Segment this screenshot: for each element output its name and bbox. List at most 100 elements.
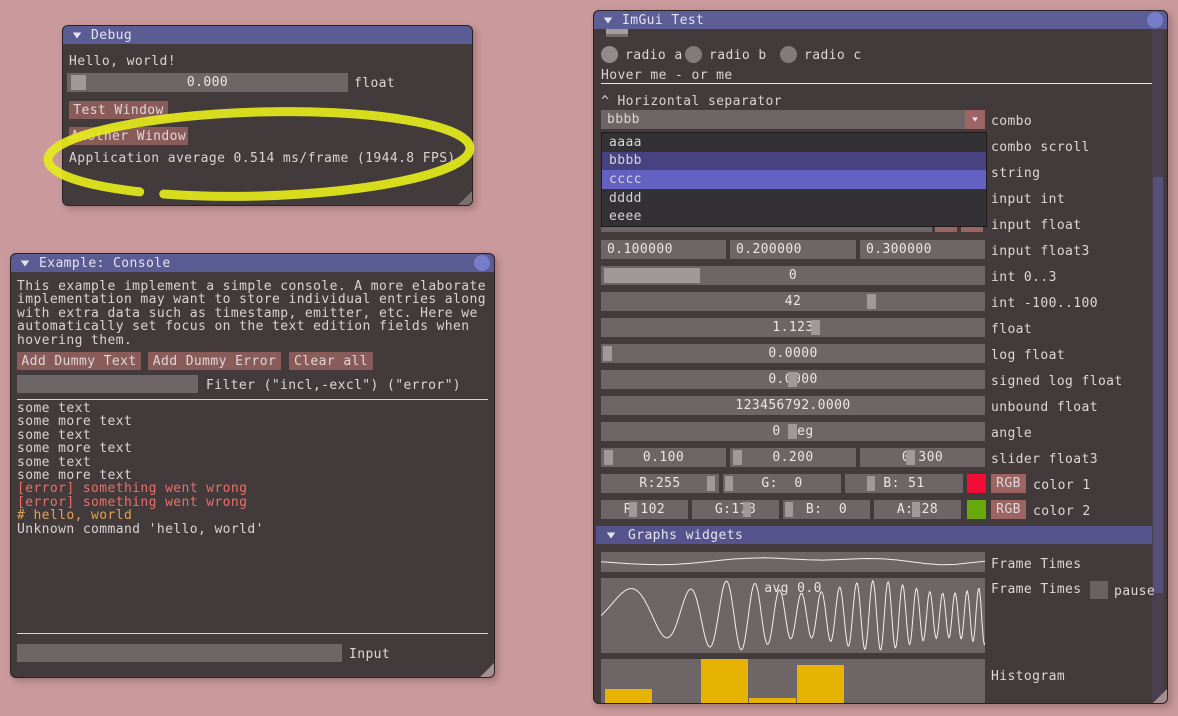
color1-swatch[interactable] [967,474,986,493]
test-titlebar[interactable]: ImGui Test [594,11,1167,29]
slider-int-0-3[interactable]: 0 [601,266,985,285]
resize-grip[interactable] [458,191,472,205]
pause-checkbox[interactable] [1090,581,1108,599]
combo-item-eeee[interactable]: eeee [602,207,986,226]
combo-popup[interactable]: aaaa bbbb cccc dddd eeee [601,132,987,227]
combo-box[interactable]: bbbb [601,110,985,129]
row-label-color2: color 2 [1033,504,1091,519]
filter-label: Filter ("incl,-excl") ("error") [206,378,461,393]
console-window[interactable]: Example: Console This example implement … [10,253,495,678]
slider-float[interactable]: 1.123 [601,318,985,337]
clipped-widget [606,34,628,37]
combo-item-aaaa[interactable]: aaaa [602,133,986,152]
slider-grab[interactable] [867,294,876,309]
float-slider[interactable]: 0.000 [67,73,348,92]
drag-unbound-float[interactable]: 123456792.0000 [601,396,985,415]
slider-grab[interactable] [603,346,612,361]
window-title: Example: Console [39,256,171,271]
slider-grab[interactable] [906,450,915,465]
filter-input[interactable] [17,375,198,393]
window-title: ImGui Test [622,13,704,28]
input-float3-y[interactable]: 0.200000 [730,240,856,259]
radio-b-button[interactable] [685,46,702,63]
slider-grab[interactable] [71,75,86,90]
add-dummy-error-button[interactable]: Add Dummy Error [148,352,281,370]
close-icon[interactable] [1147,12,1163,28]
slider-float3-x[interactable]: 0.100 [601,448,726,467]
close-icon[interactable] [474,255,490,271]
slider-signed-log-float[interactable]: 0.0000 [601,370,985,389]
slider-grab[interactable] [629,502,637,517]
slider-grab[interactable] [733,450,742,465]
pause-label: pause [1114,584,1155,599]
hover-me-text[interactable]: Hover me - or me [601,68,733,83]
slider-grab[interactable] [604,268,700,283]
description-line: implementation may want to store individ… [17,293,486,306]
imgui-test-window[interactable]: ImGui Test radio a radio b radio c Hover… [593,10,1168,704]
slider-grab[interactable] [743,502,751,517]
slider-float3-z[interactable]: 0.300 [860,448,985,467]
slider-float3-y[interactable]: 0.200 [730,448,856,467]
color2-rgb-button[interactable]: RGB [991,500,1026,519]
color2-a-slider[interactable]: A:128 [874,500,961,519]
debug-titlebar[interactable]: Debug [63,26,472,44]
debug-window[interactable]: Debug Hello, world! 0.000 float Test Win… [62,25,473,206]
log-line: some more text [17,415,264,428]
float-label: float [354,76,395,91]
separator [17,633,488,634]
frame-times-plot-large[interactable]: avg 0.0 [601,578,985,653]
row-label-combo-scroll: combo scroll [991,140,1090,155]
combo-item-dddd[interactable]: dddd [602,189,986,208]
slider-grab[interactable] [785,502,793,517]
row-label-input-float3: input float3 [991,244,1090,259]
resize-grip[interactable] [480,663,494,677]
color1-g-slider[interactable]: G: 0 [723,474,841,493]
clear-all-button[interactable]: Clear all [289,352,373,370]
slider-angle[interactable]: 0 deg [601,422,985,441]
combo-item-bbbb[interactable]: bbbb [602,152,986,171]
row-label-combo: combo [991,114,1032,129]
color2-g-slider[interactable]: G:178 [692,500,779,519]
graphs-widgets-header[interactable]: Graphs widgets [596,526,1152,544]
combo-item-cccc[interactable]: cccc [602,170,986,189]
slider-grab[interactable] [788,424,797,439]
combo-arrow-button[interactable] [965,110,985,129]
collapse-arrow-icon[interactable] [73,32,82,38]
collapse-arrow-icon[interactable] [21,260,30,266]
radio-c-button[interactable] [780,46,797,63]
test-window-button[interactable]: Test Window [69,101,168,119]
slider-grab[interactable] [725,476,733,491]
plot2-label: Frame Times [991,582,1082,597]
slider-grab[interactable] [788,372,797,387]
slider-int-100[interactable]: 42 [601,292,985,311]
histogram-bar [701,659,748,703]
slider-grab[interactable] [867,476,875,491]
color1-b-slider[interactable]: B: 51 [845,474,963,493]
color2-r-slider[interactable]: R:102 [601,500,688,519]
radio-a-button[interactable] [601,46,618,63]
color1-rgb-button[interactable]: RGB [991,474,1026,493]
collapse-arrow-icon[interactable] [604,17,613,23]
frame-times-plot-small[interactable] [601,552,985,572]
input-float3-x[interactable]: 0.100000 [601,240,726,259]
scrollbar-thumb[interactable] [1153,177,1163,593]
histogram-plot[interactable] [601,659,985,703]
add-dummy-text-button[interactable]: Add Dummy Text [17,352,141,370]
console-log[interactable]: some text some more text some text some … [17,402,264,536]
color2-b-slider[interactable]: B: 0 [783,500,870,519]
row-label-float: float [991,322,1032,337]
slider-grab[interactable] [707,476,715,491]
command-input[interactable] [17,644,342,662]
another-window-button[interactable]: Another Window [69,127,188,145]
slider-log-float[interactable]: 0.0000 [601,344,985,363]
slider-grab[interactable] [912,502,920,517]
color1-r-slider[interactable]: R:255 [601,474,719,493]
resize-grip[interactable] [1153,689,1167,703]
color2-swatch[interactable] [967,500,986,519]
console-titlebar[interactable]: Example: Console [11,254,494,272]
log-line: some more text [17,442,264,455]
input-float3-z[interactable]: 0.300000 [860,240,985,259]
plot-overlay-text: avg 0.0 [601,581,985,596]
slider-grab[interactable] [604,450,613,465]
slider-grab[interactable] [811,320,820,335]
